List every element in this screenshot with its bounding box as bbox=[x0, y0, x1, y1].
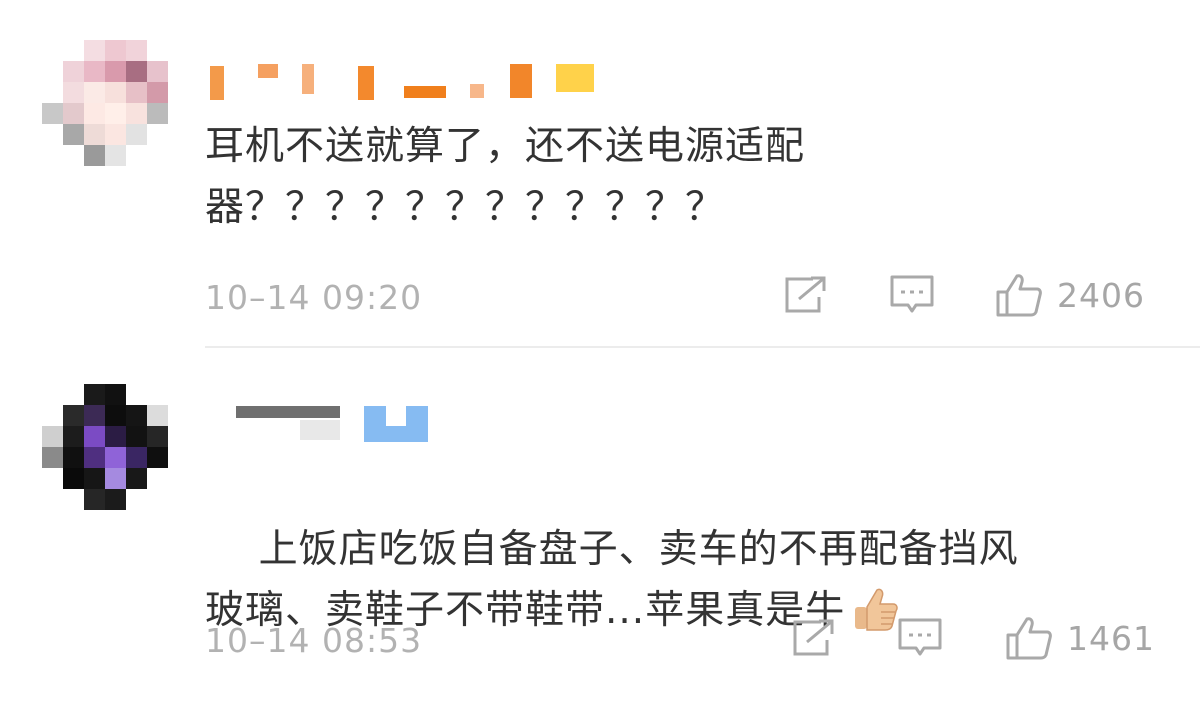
reply-button[interactable] bbox=[897, 613, 943, 663]
like-count: 2406 bbox=[1057, 275, 1145, 315]
comment-item: 上饭店吃饭自备盘子、卖车的不再配备挡风 玻璃、卖鞋子不带鞋带...苹果真是牛 1… bbox=[0, 348, 1200, 682]
share-icon bbox=[793, 619, 834, 656]
username-blurred[interactable] bbox=[210, 60, 610, 100]
comment-time: 10–14 09:20 bbox=[205, 278, 423, 317]
comment-text: 耳机不送就算了，还不送电源适配 器？？？？？？？？？？？？ bbox=[205, 124, 806, 230]
like-count: 1461 bbox=[1067, 618, 1155, 658]
like-button[interactable]: 2406 bbox=[995, 270, 1145, 320]
thumbs-up-icon bbox=[1006, 617, 1052, 660]
avatar[interactable] bbox=[42, 40, 172, 170]
avatar[interactable] bbox=[42, 384, 172, 514]
share-button[interactable] bbox=[783, 270, 829, 320]
thumbs-up-icon bbox=[996, 274, 1042, 317]
comment-icon bbox=[890, 275, 934, 313]
like-button[interactable]: 1461 bbox=[1005, 613, 1155, 663]
username-blurred[interactable] bbox=[210, 404, 450, 444]
reply-button[interactable] bbox=[889, 270, 935, 320]
comment-time: 10–14 08:53 bbox=[205, 621, 423, 660]
comment-item: 耳机不送就算了，还不送电源适配 器？？？？？？？？？？？？ 10–14 09:2… bbox=[0, 0, 1200, 346]
share-button[interactable] bbox=[791, 613, 837, 663]
comment-icon bbox=[898, 618, 942, 656]
comment-text: 上饭店吃饭自备盘子、卖车的不再配备挡风 玻璃、卖鞋子不带鞋带...苹果真是牛 bbox=[205, 458, 1140, 702]
share-icon bbox=[785, 276, 826, 313]
